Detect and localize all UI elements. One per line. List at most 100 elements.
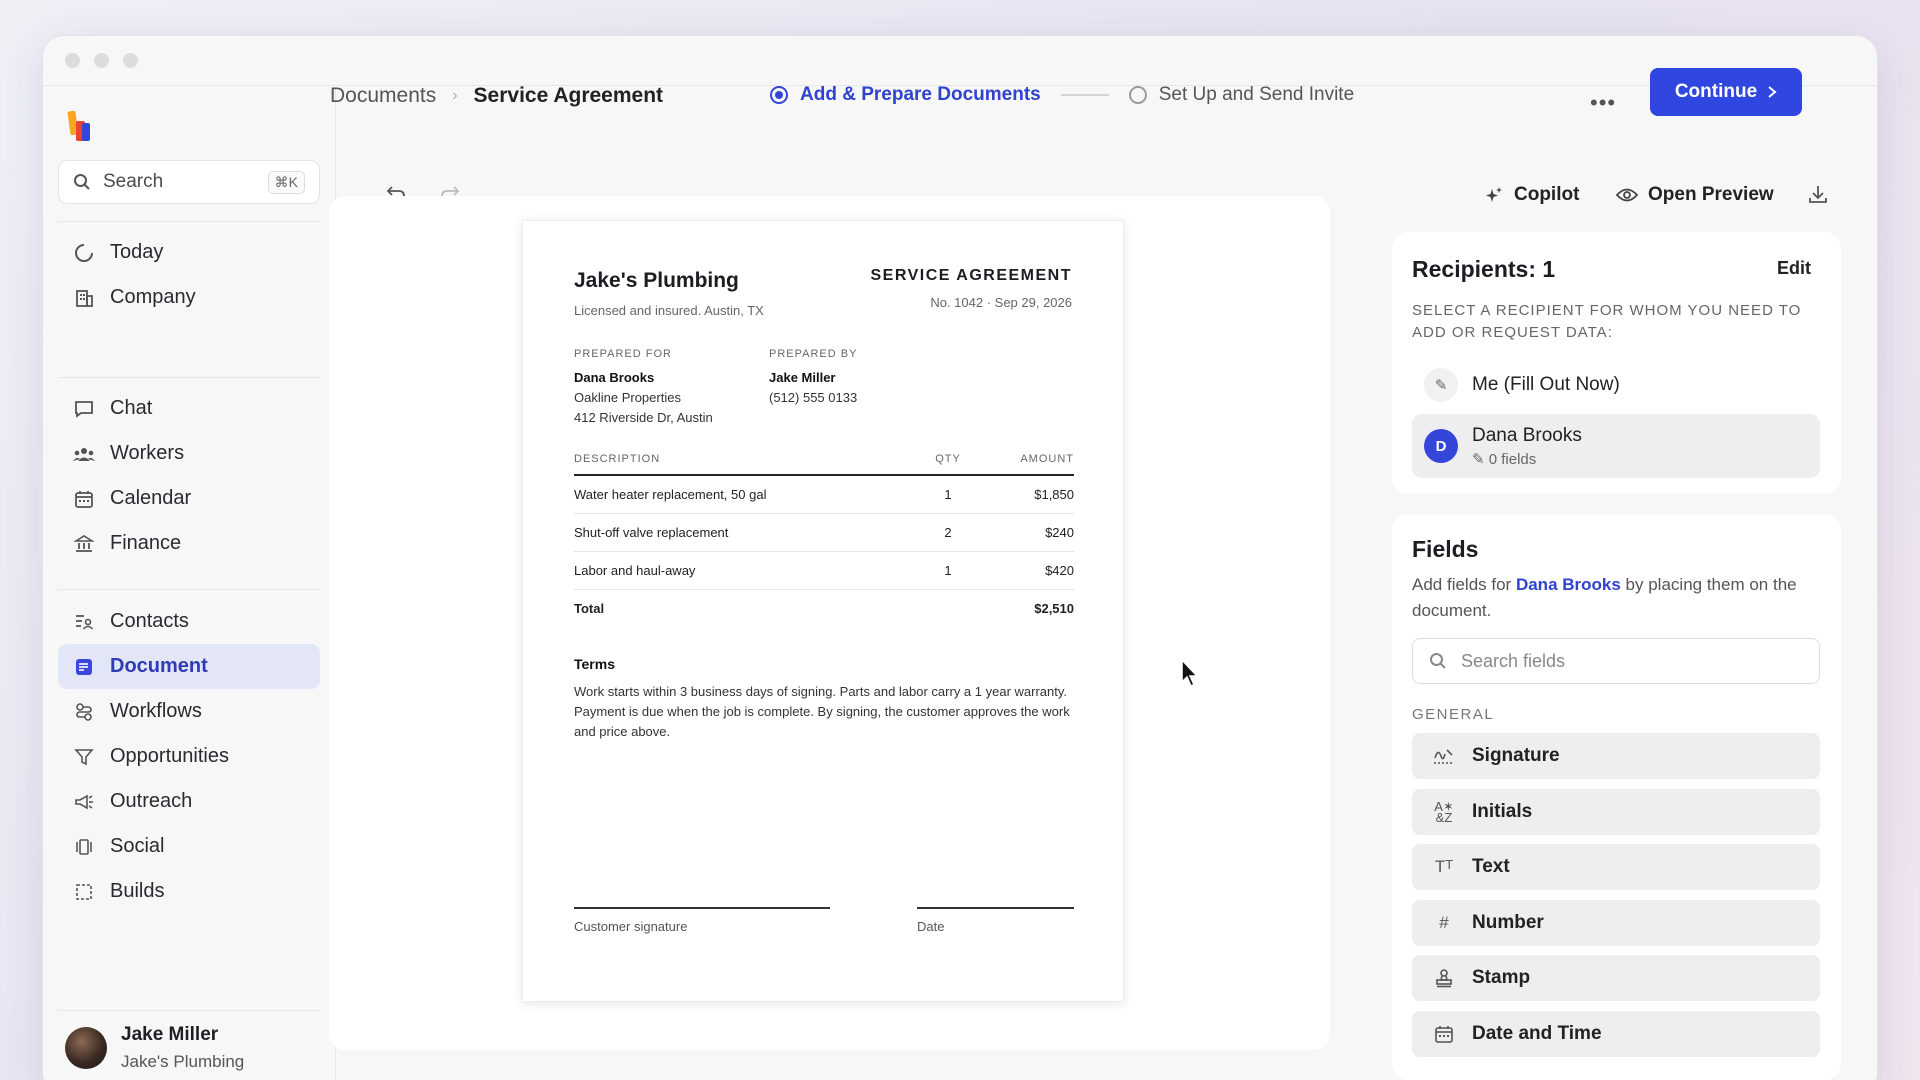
nav-label: Social xyxy=(110,835,165,857)
divider xyxy=(58,221,320,222)
business-name: Jake's Plumbing xyxy=(574,269,739,292)
radio-empty-icon xyxy=(1128,86,1147,104)
signature-icon xyxy=(1432,746,1456,766)
nav-item-calendar[interactable]: Calendar xyxy=(58,476,320,521)
more-options-icon[interactable]: ••• xyxy=(1590,90,1616,116)
nav-group-3: Contacts Document Workflows Opportunitie… xyxy=(58,599,320,914)
document-canvas[interactable]: Jake's Plumbing Licensed and insured. Au… xyxy=(329,196,1330,1050)
window-zoom-button[interactable] xyxy=(123,53,138,68)
field-label: Number xyxy=(1472,912,1544,933)
sidebar: Search ⌘K Today Company Chat Workers Cal… xyxy=(43,87,336,1080)
nav-item-social[interactable]: Social xyxy=(58,824,320,869)
recipient-me[interactable]: ✎ Me (Fill Out Now) xyxy=(1412,362,1820,408)
breadcrumb-documents[interactable]: Documents xyxy=(330,84,436,108)
eye-icon xyxy=(1616,188,1638,202)
recipients-subtitle: SELECT A RECIPIENT FOR WHOM YOU NEED TO … xyxy=(1412,302,1802,341)
nav-label: Opportunities xyxy=(110,745,229,767)
download-icon xyxy=(1809,186,1827,203)
nav-item-opportunities[interactable]: Opportunities xyxy=(58,734,320,779)
total-qty-empty xyxy=(918,590,978,628)
page-title: Service Agreement xyxy=(473,84,664,107)
field-text[interactable]: TT Text xyxy=(1412,844,1820,890)
fields-desc-recipient[interactable]: Dana Brooks xyxy=(1516,575,1621,594)
field-number[interactable]: # Number xyxy=(1412,900,1820,946)
user-profile[interactable]: Jake Miller Jake's Plumbing xyxy=(65,1024,244,1072)
document-number: No. 1042 · Sep 29, 2026 xyxy=(930,295,1072,310)
field-label: Date and Time xyxy=(1472,1023,1602,1044)
step-add-prepare[interactable]: Add & Prepare Documents xyxy=(770,84,1041,106)
breadcrumb: Documents › Service Agreement xyxy=(330,84,663,108)
workflows-icon xyxy=(73,701,95,723)
total-amount: $2,510 xyxy=(1034,601,1074,616)
search-label: Search xyxy=(103,171,164,192)
signature-line[interactable] xyxy=(574,907,830,909)
titlebar xyxy=(43,36,1877,86)
nav-item-chat[interactable]: Chat xyxy=(58,386,320,431)
field-date-and-time[interactable]: Date and Time xyxy=(1412,1011,1820,1057)
item-description: Shut-off valve replacement xyxy=(574,513,919,552)
window-minimize-button[interactable] xyxy=(94,53,109,68)
fields-description: Add fields for Dana Brooks by placing th… xyxy=(1412,572,1822,624)
search-fields-input[interactable]: Search fields xyxy=(1412,638,1820,684)
prepared-by-phone: (512) 555 0133 xyxy=(769,390,858,405)
recipient-dana-brooks[interactable]: D Dana Brooks ✎ 0 fields xyxy=(1412,414,1820,478)
prepared-for-address: 412 Riverside Dr, Austin xyxy=(574,410,713,425)
nav-label: Calendar xyxy=(110,487,192,509)
document-title: SERVICE AGREEMENT xyxy=(870,267,1072,284)
field-stamp[interactable]: Stamp xyxy=(1412,955,1820,1001)
recipients-panel: Recipients: 1 Edit SELECT A RECIPIENT FO… xyxy=(1392,232,1841,494)
recipients-title: Recipients: 1 xyxy=(1412,256,1556,282)
prepared-by-heading: PREPARED BY xyxy=(769,348,858,360)
total-label: Total xyxy=(574,601,605,616)
date-line[interactable] xyxy=(917,907,1074,909)
continue-button[interactable]: Continue xyxy=(1650,68,1802,116)
avatar xyxy=(65,1027,107,1069)
app-logo-icon[interactable] xyxy=(67,109,93,143)
field-initials[interactable]: A✶ &Z Initials xyxy=(1412,789,1820,835)
item-qty: 1 xyxy=(918,475,979,514)
nav-label: Outreach xyxy=(110,790,193,812)
item-description: Water heater replacement, 50 gal xyxy=(574,475,919,514)
field-label: Signature xyxy=(1472,745,1560,766)
nav-item-workflows[interactable]: Workflows xyxy=(58,689,320,734)
nav-item-outreach[interactable]: Outreach xyxy=(58,779,320,824)
prepared-for-block: PREPARED FOR Dana Brooks Oakline Propert… xyxy=(574,348,713,428)
social-icon xyxy=(73,836,95,858)
stepper: Add & Prepare Documents Set Up and Send … xyxy=(770,84,1354,106)
field-signature[interactable]: Signature xyxy=(1412,733,1820,779)
nav-item-document[interactable]: Document xyxy=(58,644,320,689)
recipient-field-count: ✎ 0 fields xyxy=(1472,450,1582,468)
continue-label: Continue xyxy=(1674,81,1758,102)
prepared-for-heading: PREPARED FOR xyxy=(574,348,672,360)
nav-item-builds[interactable]: Builds xyxy=(58,869,320,914)
fields-panel: Fields Add fields for Dana Brooks by pla… xyxy=(1392,514,1841,1080)
download-button[interactable] xyxy=(1808,184,1828,204)
recipient-avatar: D xyxy=(1424,429,1458,463)
edit-recipients-button[interactable]: Edit xyxy=(1777,258,1811,279)
copilot-button[interactable]: Copilot xyxy=(1484,184,1579,206)
column-header: DESCRIPTION xyxy=(574,453,919,476)
user-name: Jake Miller xyxy=(121,1024,219,1045)
prepared-by-details: Jake Miller (512) 555 0133 xyxy=(769,368,857,408)
nav-item-finance[interactable]: Finance xyxy=(58,521,320,566)
nav-label: Company xyxy=(110,286,196,308)
document-page[interactable]: Jake's Plumbing Licensed and insured. Au… xyxy=(522,220,1124,1002)
nav-item-company[interactable]: Company xyxy=(58,275,320,320)
field-label: Text xyxy=(1472,856,1510,877)
nav-item-contacts[interactable]: Contacts xyxy=(58,599,320,644)
table-row: Water heater replacement, 50 gal 1 $1,85… xyxy=(574,475,1074,514)
initials-icon: A✶ &Z xyxy=(1434,799,1454,825)
nav-label: Document xyxy=(110,655,208,677)
search-shortcut: ⌘K xyxy=(267,170,305,194)
nav-item-workers[interactable]: Workers xyxy=(58,431,320,476)
chevron-right-icon xyxy=(1768,86,1777,98)
terms-text: Work starts within 3 business days of si… xyxy=(574,684,1070,739)
calendar-icon xyxy=(73,488,95,510)
nav-item-today[interactable]: Today xyxy=(58,230,320,275)
window-close-button[interactable] xyxy=(65,53,80,68)
step-send-invite[interactable]: Set Up and Send Invite xyxy=(1128,84,1354,106)
search-icon xyxy=(1430,653,1446,669)
sidebar-search[interactable]: Search ⌘K xyxy=(58,160,320,204)
pencil-icon: ✎ xyxy=(1472,450,1485,468)
open-preview-button[interactable]: Open Preview xyxy=(1616,184,1774,206)
